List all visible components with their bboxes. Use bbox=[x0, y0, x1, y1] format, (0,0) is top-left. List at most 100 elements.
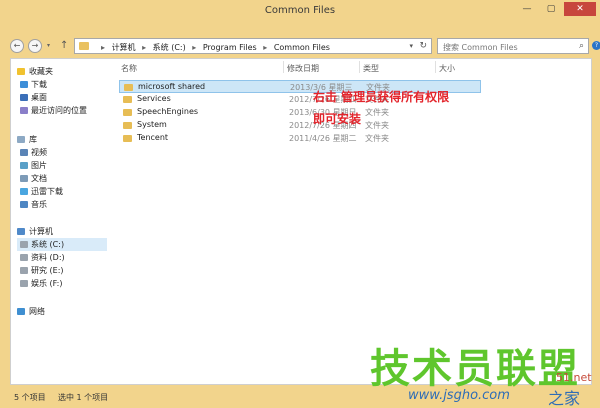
search-input[interactable]: 搜索 Common Files bbox=[443, 42, 518, 53]
file-type: 文件夹 bbox=[365, 134, 389, 143]
file-name: Services bbox=[137, 94, 171, 103]
sidebar-item-label: 计算机 bbox=[29, 227, 53, 236]
sidebar-item-downloads[interactable]: 下载 bbox=[17, 78, 107, 91]
file-name: Tencent bbox=[137, 133, 169, 142]
sidebar-item-drive-e[interactable]: 研究 (E:) bbox=[17, 264, 107, 277]
folder-icon bbox=[124, 84, 133, 91]
watermark-url: www.jsgho.com bbox=[408, 388, 510, 403]
document-icon bbox=[20, 175, 28, 182]
libraries-group: 库 视频 图片 文档 迅雷下载 音乐 bbox=[17, 133, 107, 211]
sidebar-item-pictures[interactable]: 图片 bbox=[17, 159, 107, 172]
sidebar-item-label: 研究 (E:) bbox=[31, 266, 64, 275]
video-icon bbox=[20, 149, 28, 156]
table-row[interactable]: Tencent 2011/4/26 星期二 文件夹 bbox=[119, 132, 481, 145]
sidebar-item-label: 下载 bbox=[31, 80, 47, 89]
column-divider[interactable] bbox=[283, 61, 284, 73]
breadcrumb-program-files[interactable]: Program Files bbox=[203, 43, 257, 52]
back-button[interactable]: ← bbox=[10, 39, 24, 53]
drive-icon bbox=[20, 241, 28, 248]
drive-icon bbox=[20, 267, 28, 274]
breadcrumb-separator-icon[interactable]: ▸ bbox=[263, 43, 267, 52]
library-icon bbox=[17, 136, 25, 143]
sidebar-item-recent-places[interactable]: 最近访问的位置 bbox=[17, 104, 107, 117]
title-bar[interactable]: Common Files — ▢ ✕ bbox=[0, 0, 600, 24]
folder-icon bbox=[123, 109, 132, 116]
file-name: System bbox=[137, 120, 167, 129]
maximize-button[interactable]: ▢ bbox=[540, 2, 562, 16]
table-row[interactable]: SpeechEngines 2013/6/30 星期日 文件夹 bbox=[119, 106, 481, 119]
annotation-line-1: 右击 管理员获得所有权限 bbox=[313, 90, 450, 104]
drive-icon bbox=[20, 280, 28, 287]
sidebar-item-label: 娱乐 (F:) bbox=[31, 279, 63, 288]
sidebar-item-label: 库 bbox=[29, 135, 37, 144]
sidebar-item-videos[interactable]: 视频 bbox=[17, 146, 107, 159]
annotation-line-2: 即可安装 bbox=[313, 112, 362, 126]
sidebar-item-label: 迅雷下载 bbox=[31, 187, 63, 196]
sidebar-item-label: 资料 (D:) bbox=[31, 253, 65, 262]
xunlei-download-icon bbox=[20, 188, 28, 195]
sidebar-item-label: 最近访问的位置 bbox=[31, 106, 87, 115]
recent-locations-dropdown-icon[interactable]: ▾ bbox=[47, 42, 50, 49]
download-icon bbox=[20, 81, 28, 88]
column-header-date[interactable]: 修改日期 bbox=[287, 63, 319, 74]
favorites-group: 收藏夹 下载 桌面 最近访问的位置 bbox=[17, 65, 107, 117]
window-title: Common Files bbox=[264, 5, 336, 16]
column-divider[interactable] bbox=[435, 61, 436, 73]
breadcrumb-separator-icon[interactable]: ▸ bbox=[142, 43, 146, 52]
breadcrumb-separator-icon[interactable]: ▸ bbox=[192, 43, 196, 52]
refresh-icon[interactable]: ↻ bbox=[419, 41, 427, 51]
desktop-icon bbox=[20, 94, 28, 101]
sidebar-item-xunlei-downloads[interactable]: 迅雷下载 bbox=[17, 185, 107, 198]
sidebar-item-drive-d[interactable]: 资料 (D:) bbox=[17, 251, 107, 264]
folder-icon bbox=[123, 122, 132, 129]
table-row[interactable]: System 2012/7/26 星期四 文件夹 bbox=[119, 119, 481, 132]
file-type: 文件夹 bbox=[365, 108, 389, 117]
forward-button[interactable]: → bbox=[28, 39, 42, 53]
column-header-size[interactable]: 大小 bbox=[439, 63, 455, 74]
sidebar-item-label: 图片 bbox=[31, 161, 47, 170]
sidebar-item-label: 音乐 bbox=[31, 200, 47, 209]
explorer-window: Common Files — ▢ ✕ ← → ▾ ↑ ▸ 计算机 ▸ 系统 (C… bbox=[0, 0, 600, 408]
address-bar[interactable]: ▸ 计算机 ▸ 系统 (C:) ▸ Program Files ▸ Common… bbox=[74, 38, 432, 54]
folder-icon bbox=[123, 96, 132, 103]
sidebar-item-libraries[interactable]: 库 bbox=[17, 133, 107, 146]
sidebar-item-favorites[interactable]: 收藏夹 bbox=[17, 65, 107, 78]
network-group: 网络 bbox=[17, 305, 107, 318]
file-date: 2011/4/26 星期二 bbox=[289, 134, 357, 143]
folder-icon bbox=[79, 42, 89, 50]
navigation-pane: 收藏夹 下载 桌面 最近访问的位置 库 视频 图片 文档 迅雷下载 音乐 计算机… bbox=[11, 59, 107, 384]
computer-group: 计算机 系统 (C:) 资料 (D:) 研究 (E:) 娱乐 (F:) bbox=[17, 225, 107, 290]
sidebar-item-drive-f[interactable]: 娱乐 (F:) bbox=[17, 277, 107, 290]
column-divider[interactable] bbox=[359, 61, 360, 73]
recent-places-icon bbox=[20, 107, 28, 114]
breadcrumb: ▸ 计算机 ▸ 系统 (C:) ▸ Program Files ▸ Common… bbox=[97, 42, 330, 53]
folder-icon bbox=[123, 135, 132, 142]
sidebar-item-documents[interactable]: 文档 bbox=[17, 172, 107, 185]
search-box[interactable]: 搜索 Common Files ⌕ bbox=[437, 38, 589, 54]
help-icon[interactable]: ? bbox=[592, 41, 600, 50]
column-header-type[interactable]: 类型 bbox=[363, 63, 379, 74]
sidebar-item-label: 网络 bbox=[29, 307, 45, 316]
sidebar-item-computer[interactable]: 计算机 bbox=[17, 225, 107, 238]
drive-icon bbox=[20, 254, 28, 261]
minimize-button[interactable]: — bbox=[516, 2, 538, 16]
file-type: 文件夹 bbox=[365, 121, 389, 130]
breadcrumb-common-files[interactable]: Common Files bbox=[274, 43, 330, 52]
sidebar-item-music[interactable]: 音乐 bbox=[17, 198, 107, 211]
close-button[interactable]: ✕ bbox=[564, 2, 596, 16]
watermark-zhi: 之家 bbox=[548, 389, 581, 408]
up-arrow-icon[interactable]: ↑ bbox=[60, 40, 68, 51]
sidebar-item-desktop[interactable]: 桌面 bbox=[17, 91, 107, 104]
search-icon[interactable]: ⌕ bbox=[579, 41, 584, 51]
breadcrumb-computer[interactable]: 计算机 bbox=[112, 42, 136, 53]
sidebar-item-label: 收藏夹 bbox=[29, 67, 53, 76]
sidebar-item-drive-c[interactable]: 系统 (C:) bbox=[17, 238, 107, 251]
sidebar-item-network[interactable]: 网络 bbox=[17, 305, 107, 318]
watermark-net: 51.net bbox=[556, 371, 592, 384]
address-dropdown-icon[interactable]: ▾ bbox=[409, 42, 413, 50]
sidebar-item-label: 视频 bbox=[31, 148, 47, 157]
breadcrumb-system-drive[interactable]: 系统 (C:) bbox=[153, 42, 186, 53]
column-header-name[interactable]: 名称 bbox=[121, 63, 137, 74]
breadcrumb-separator-icon: ▸ bbox=[101, 43, 106, 52]
file-name: SpeechEngines bbox=[137, 107, 199, 116]
